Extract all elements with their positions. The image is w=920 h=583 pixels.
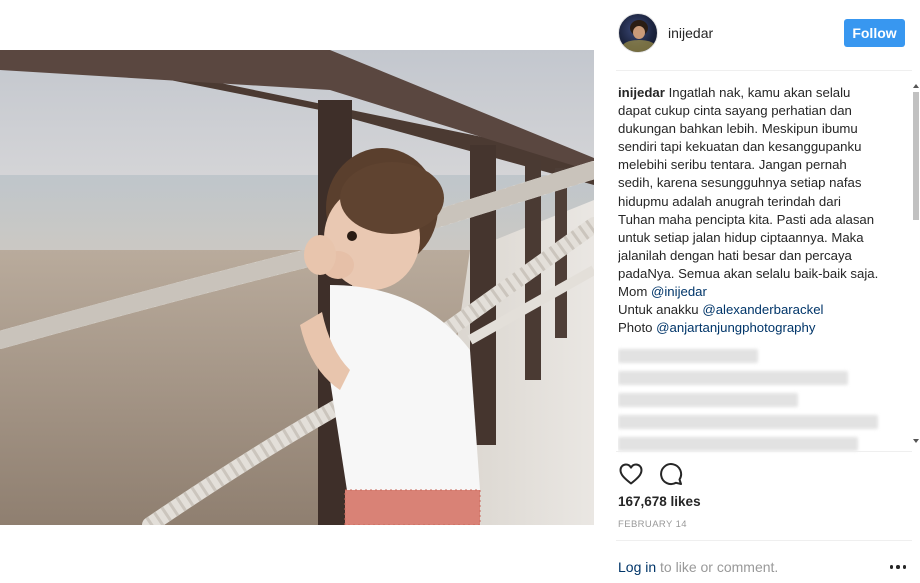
avatar-glow xyxy=(622,40,656,52)
scroll-up-arrow-icon[interactable] xyxy=(913,84,919,88)
login-prompt: Log in to like or comment. xyxy=(618,559,778,575)
more-options-icon[interactable] xyxy=(888,559,908,575)
header-divider xyxy=(616,70,912,71)
caption-line: padaNya. Semua akan selalu baik-baik saj… xyxy=(618,265,879,281)
caption-line: dapat cukup cinta sayang perhatian dan xyxy=(618,103,852,119)
blurred-comment xyxy=(618,437,858,452)
bottom-divider xyxy=(616,540,912,541)
caption-line: Photo @anjartanjungphotography xyxy=(618,319,902,337)
caption-area: inijedar Ingatlah nak, kamu akan selalu … xyxy=(618,84,902,456)
avatar[interactable] xyxy=(618,13,658,53)
scroll-down-arrow-icon[interactable] xyxy=(913,439,919,443)
blurred-comment xyxy=(618,371,848,386)
caption-line: jalanilah dengan hati besar dan percaya xyxy=(618,247,852,263)
follow-button[interactable]: Follow xyxy=(844,19,905,47)
comment-icon[interactable] xyxy=(658,461,684,487)
post-header: inijedar Follow xyxy=(604,0,920,70)
caption-line: Mom @inijedar xyxy=(618,283,902,301)
caption-line: dukungan bahkan lebih. Meskipun ibumu xyxy=(618,121,858,137)
caption-line: Untuk anakku @alexanderbarackel xyxy=(618,301,902,319)
post-date: FEBRUARY 14 xyxy=(618,519,687,530)
blurred-comment xyxy=(618,415,878,430)
caption-line: inijedar Ingatlah nak, kamu akan selalu xyxy=(618,84,902,102)
caption-line: hidupmu adalah anugrah terindah dari xyxy=(618,193,841,209)
mention-link[interactable]: @alexanderbarackel xyxy=(702,302,823,317)
login-link[interactable]: Log in xyxy=(618,559,656,575)
scroll-thumb[interactable] xyxy=(913,92,919,220)
post-photo xyxy=(0,50,594,525)
like-count[interactable]: 167,678 likes xyxy=(618,494,701,509)
caption-line: sendiri tapi kekuatan dan kesanggupanku xyxy=(618,139,862,155)
mention-link[interactable]: @inijedar xyxy=(651,284,707,299)
caption-scrollbar[interactable] xyxy=(912,84,920,450)
caption-text: Ingatlah nak, kamu akan selalu xyxy=(668,85,851,100)
mom-prefix: Mom xyxy=(618,284,648,300)
mention-link[interactable]: @anjartanjungphotography xyxy=(656,320,815,335)
caption-line: Tuhan maha pencipta kita. Pasti ada alas… xyxy=(618,211,875,227)
caption-line: sedih, karena sesungguhnya setiap nafas xyxy=(618,175,862,191)
heart-icon[interactable] xyxy=(618,461,644,487)
avatar-face xyxy=(633,26,645,39)
post-sidebar: inijedar Follow inijedar Ingatlah nak, k… xyxy=(604,0,920,583)
photo-prefix: Photo xyxy=(618,320,653,336)
photo-illustration xyxy=(0,50,594,525)
child-prefix: Untuk anakku xyxy=(618,302,699,318)
caption-line: melebihi seribu tentara. Jangan pernah xyxy=(618,157,847,173)
caption-line: untuk setiap jalan hidup ciptaannya. Mak… xyxy=(618,229,864,245)
caption-username[interactable]: inijedar xyxy=(618,85,665,100)
login-prompt-text: to like or comment. xyxy=(656,559,779,575)
blurred-comment xyxy=(618,349,758,364)
blurred-comment xyxy=(618,393,798,408)
blurred-comments xyxy=(618,349,902,452)
actions-divider xyxy=(616,451,912,452)
username-link[interactable]: inijedar xyxy=(668,25,713,41)
